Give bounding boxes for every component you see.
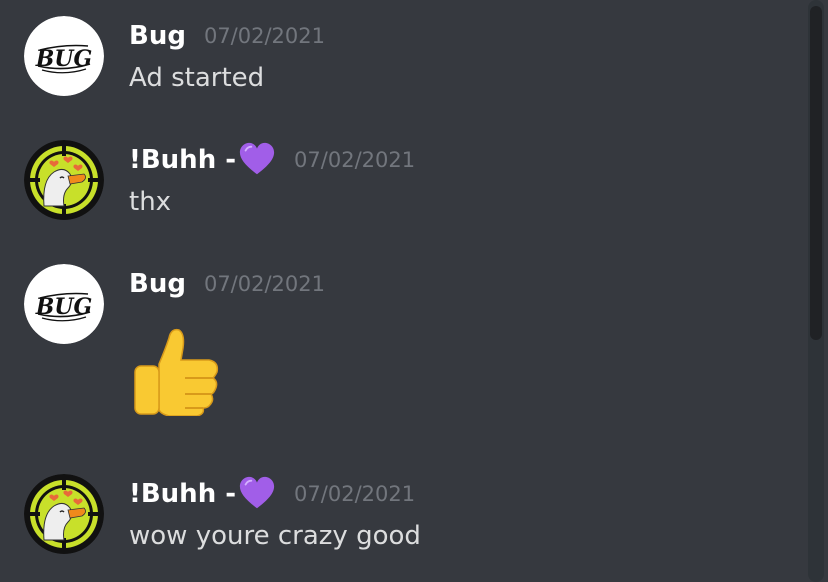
timestamp[interactable]: 07/02/2021 [294,474,415,514]
username[interactable]: Bug [129,264,186,304]
avatar[interactable] [24,474,104,554]
purple-heart-icon [239,142,275,175]
timestamp[interactable]: 07/02/2021 [204,264,325,304]
avatar-logo-text: BUG [35,294,93,320]
message-header: !Buhh - 07/02/2021 [129,140,415,180]
duck-target-avatar-icon [24,140,104,220]
avatar-logo-text: BUG [35,46,93,72]
avatar[interactable] [24,140,104,220]
avatar[interactable]: BUG [24,264,104,344]
username[interactable]: Bug [129,16,186,56]
username[interactable]: !Buhh - [129,140,236,180]
message-text: Ad started [129,63,265,93]
duck-target-avatar-icon [24,474,104,554]
avatar[interactable]: BUG [24,16,104,96]
message-text: wow youre crazy good [129,521,421,551]
timestamp[interactable]: 07/02/2021 [294,140,415,180]
purple-heart-icon [239,476,275,509]
message-header: Bug 07/02/2021 [129,16,325,56]
message-text: thx [129,187,172,217]
message-header: Bug 07/02/2021 [129,264,325,304]
message-header: !Buhh - 07/02/2021 [129,474,415,514]
bug-logo-avatar-icon: BUG [24,264,104,344]
thumbs-up-icon [134,328,219,416]
bug-logo-avatar-icon: BUG [24,16,104,96]
scrollbar-thumb[interactable] [810,6,822,340]
chat-messages-pane: BUG Bug 07/02/2021 Ad started !Buhh - 07… [0,0,828,582]
timestamp[interactable]: 07/02/2021 [204,16,325,56]
username[interactable]: !Buhh - [129,474,236,514]
